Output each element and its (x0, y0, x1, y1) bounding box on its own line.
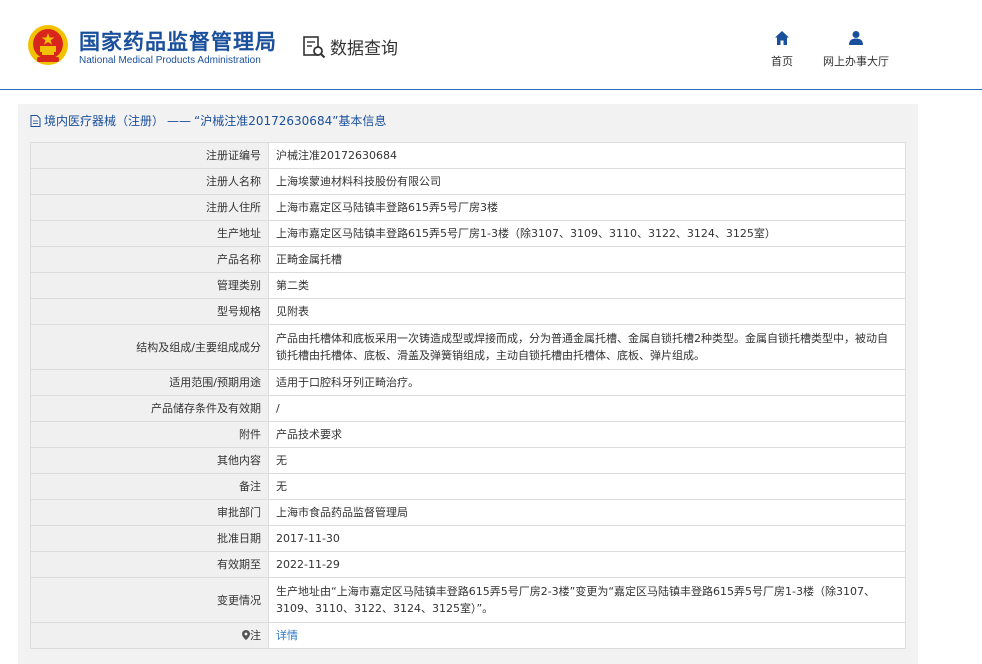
row-value: 第二类 (268, 272, 906, 299)
table-row: 管理类别 第二类 (30, 272, 906, 299)
nav-home-label: 首页 (771, 55, 793, 68)
location-pin-icon (242, 630, 250, 640)
row-label: 生产地址 (30, 220, 269, 247)
row-value: 上海市嘉定区马陆镇丰登路615弄5号厂房3楼 (268, 194, 906, 221)
info-table: 注册证编号 沪械注准20172630684 注册人名称 上海埃蒙迪材料科技股份有… (30, 142, 906, 649)
national-emblem-icon (28, 25, 68, 65)
table-row: 适用范围/预期用途 适用于口腔科牙列正畸治疗。 (30, 369, 906, 396)
data-query-link[interactable]: 数据查询 (302, 34, 398, 59)
table-row: 产品名称 正畸金属托槽 (30, 246, 906, 273)
row-label: 审批部门 (30, 499, 269, 526)
site-logo-en: National Medical Products Administration (79, 55, 261, 66)
table-row: 产品储存条件及有效期 / (30, 395, 906, 422)
row-label: 备注 (30, 473, 269, 500)
panel-title-separator: —— (167, 113, 192, 128)
table-row: 注册人住所 上海市嘉定区马陆镇丰登路615弄5号厂房3楼 (30, 194, 906, 221)
table-row-note: 注 详情 (30, 622, 906, 649)
table-row: 生产地址 上海市嘉定区马陆镇丰登路615弄5号厂房1-3楼（除3107、3109… (30, 220, 906, 247)
details-link[interactable]: 详情 (276, 629, 298, 642)
row-label: 注册人住所 (30, 194, 269, 221)
table-row: 型号规格 见附表 (30, 298, 906, 325)
row-label: 管理类别 (30, 272, 269, 299)
row-value: 无 (268, 447, 906, 474)
detail-panel: 境内医疗器械（注册） —— “沪械注准20172630684”基本信息 注册证编… (18, 104, 918, 664)
row-value: 适用于口腔科牙列正畸治疗。 (268, 369, 906, 396)
row-value: 上海市嘉定区马陆镇丰登路615弄5号厂房1-3楼（除3107、3109、3110… (268, 220, 906, 247)
panel-title-main: “沪械注准20172630684”基本信息 (194, 114, 387, 128)
row-value: 上海市食品药品监督管理局 (268, 499, 906, 526)
table-row: 变更情况 生产地址由“上海市嘉定区马陆镇丰登路615弄5号厂房2-3楼”变更为“… (30, 577, 906, 623)
row-label: 产品名称 (30, 246, 269, 273)
row-value: 2017-11-30 (268, 525, 906, 552)
row-label: 变更情况 (30, 577, 269, 623)
document-icon (30, 114, 41, 127)
row-value: 生产地址由“上海市嘉定区马陆镇丰登路615弄5号厂房2-3楼”变更为“嘉定区马陆… (268, 577, 906, 623)
nav-service-hall-label: 网上办事大厅 (823, 55, 889, 68)
data-query-icon (303, 35, 326, 58)
table-row: 注册人名称 上海埃蒙迪材料科技股份有限公司 (30, 168, 906, 195)
table-row: 注册证编号 沪械注准20172630684 (30, 142, 906, 169)
site-logo-cn: 国家药品监督管理局 (79, 30, 277, 54)
table-row: 附件 产品技术要求 (30, 421, 906, 448)
row-value: / (268, 395, 906, 422)
nav-home-button[interactable]: 首页 (764, 30, 800, 69)
user-icon (849, 31, 863, 45)
site-header: 国家药品监督管理局 National Medical Products Admi… (0, 0, 982, 90)
table-row: 备注 无 (30, 473, 906, 500)
row-label: 批准日期 (30, 525, 269, 552)
row-value: 沪械注准20172630684 (268, 142, 906, 169)
table-row: 审批部门 上海市食品药品监督管理局 (30, 499, 906, 526)
row-label: 产品储存条件及有效期 (30, 395, 269, 422)
row-value: 上海埃蒙迪材料科技股份有限公司 (268, 168, 906, 195)
row-value: 见附表 (268, 298, 906, 325)
row-label: 适用范围/预期用途 (30, 369, 269, 396)
row-value: 正畸金属托槽 (268, 246, 906, 273)
note-value-cell: 详情 (268, 622, 906, 649)
table-row: 结构及组成/主要组成成分 产品由托槽体和底板采用一次铸造成型或焊接而成，分为普通… (30, 324, 906, 370)
row-value: 产品由托槽体和底板采用一次铸造成型或焊接而成，分为普通金属托槽、金属自锁托槽2种… (268, 324, 906, 370)
row-label: 注册证编号 (30, 142, 269, 169)
row-value: 产品技术要求 (268, 421, 906, 448)
panel-title: 境内医疗器械（注册） —— “沪械注准20172630684”基本信息 (30, 112, 386, 129)
table-row: 批准日期 2017-11-30 (30, 525, 906, 552)
row-label: 注册人名称 (30, 168, 269, 195)
home-icon (775, 31, 789, 45)
row-label: 其他内容 (30, 447, 269, 474)
data-query-label: 数据查询 (330, 39, 398, 59)
row-label: 有效期至 (30, 551, 269, 578)
row-value: 2022-11-29 (268, 551, 906, 578)
row-label: 附件 (30, 421, 269, 448)
nav-service-hall-button[interactable]: 网上办事大厅 (820, 30, 892, 69)
table-row: 有效期至 2022-11-29 (30, 551, 906, 578)
note-label-cell: 注 (30, 622, 269, 649)
note-label: 注 (250, 629, 261, 642)
row-label: 型号规格 (30, 298, 269, 325)
table-row: 其他内容 无 (30, 447, 906, 474)
row-label: 结构及组成/主要组成成分 (30, 324, 269, 370)
row-value: 无 (268, 473, 906, 500)
panel-title-prefix: 境内医疗器械（注册） (44, 114, 165, 128)
